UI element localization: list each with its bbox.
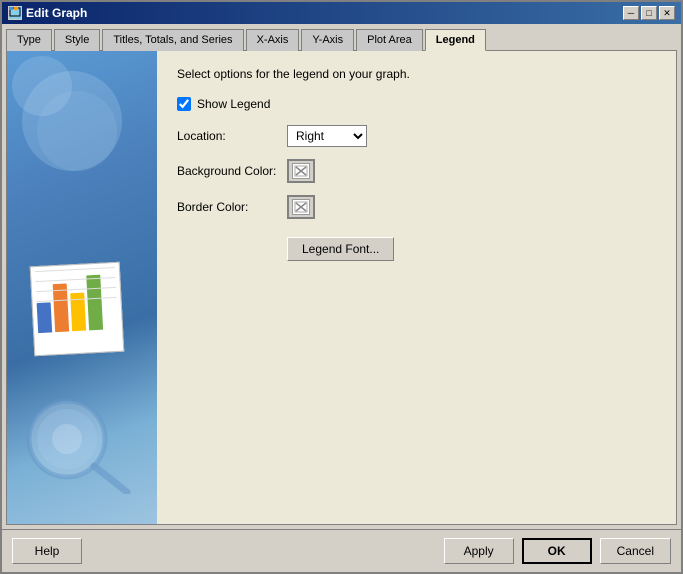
title-bar: Edit Graph ─ □ ✕	[2, 2, 681, 24]
title-bar-controls: ─ □ ✕	[623, 6, 675, 20]
magnifier-icon	[12, 394, 142, 494]
apply-button[interactable]: Apply	[444, 538, 514, 564]
background-color-row: Background Color:	[177, 159, 656, 183]
legend-font-button[interactable]: Legend Font...	[287, 237, 394, 261]
legend-font-row: Legend Font...	[177, 231, 656, 261]
show-legend-row: Show Legend	[177, 97, 656, 111]
border-color-row: Border Color:	[177, 195, 656, 219]
location-row: Location: Right Left Top Bottom	[177, 125, 656, 147]
border-x-icon	[294, 201, 308, 213]
color-x-icon	[294, 165, 308, 177]
border-color-swatch	[292, 199, 310, 215]
right-panel: Select options for the legend on your gr…	[157, 51, 676, 524]
maximize-button[interactable]: □	[641, 6, 657, 20]
window-title: Edit Graph	[26, 6, 87, 20]
background-color-button[interactable]	[287, 159, 315, 183]
sidebar-chart	[30, 262, 125, 357]
background-color-swatch	[292, 163, 310, 179]
show-legend-checkbox[interactable]	[177, 97, 191, 111]
window-icon	[8, 6, 22, 20]
bar-1	[37, 302, 53, 333]
cancel-button[interactable]: Cancel	[600, 538, 671, 564]
help-button[interactable]: Help	[12, 538, 82, 564]
border-color-button[interactable]	[287, 195, 315, 219]
tab-yaxis[interactable]: Y-Axis	[301, 29, 354, 51]
minimize-button[interactable]: ─	[623, 6, 639, 20]
tab-xaxis[interactable]: X-Axis	[246, 29, 300, 51]
footer: Help Apply OK Cancel	[2, 529, 681, 572]
bar-4	[86, 275, 103, 331]
description-text: Select options for the legend on your gr…	[177, 67, 656, 81]
edit-graph-window: Edit Graph ─ □ ✕ Type Style Titles, Tota…	[0, 0, 683, 574]
tab-legend[interactable]: Legend	[425, 29, 486, 51]
background-color-label: Background Color:	[177, 164, 287, 178]
border-color-label: Border Color:	[177, 200, 287, 214]
footer-left: Help	[12, 538, 82, 564]
main-body: Select options for the legend on your gr…	[7, 51, 676, 524]
location-select[interactable]: Right Left Top Bottom	[287, 125, 367, 147]
sidebar	[7, 51, 157, 524]
tab-type[interactable]: Type	[6, 29, 52, 51]
tab-titles[interactable]: Titles, Totals, and Series	[102, 29, 243, 51]
close-button[interactable]: ✕	[659, 6, 675, 20]
location-label: Location:	[177, 129, 287, 143]
tabs-row: Type Style Titles, Totals, and Series X-…	[2, 24, 681, 50]
title-bar-left: Edit Graph	[8, 6, 87, 20]
tab-style[interactable]: Style	[54, 29, 100, 51]
content-area: Select options for the legend on your gr…	[6, 50, 677, 525]
footer-right: Apply OK Cancel	[444, 538, 671, 564]
show-legend-label[interactable]: Show Legend	[197, 97, 270, 111]
tab-plotarea[interactable]: Plot Area	[356, 29, 423, 51]
deco-circle-3	[12, 56, 72, 116]
ok-button[interactable]: OK	[522, 538, 592, 564]
